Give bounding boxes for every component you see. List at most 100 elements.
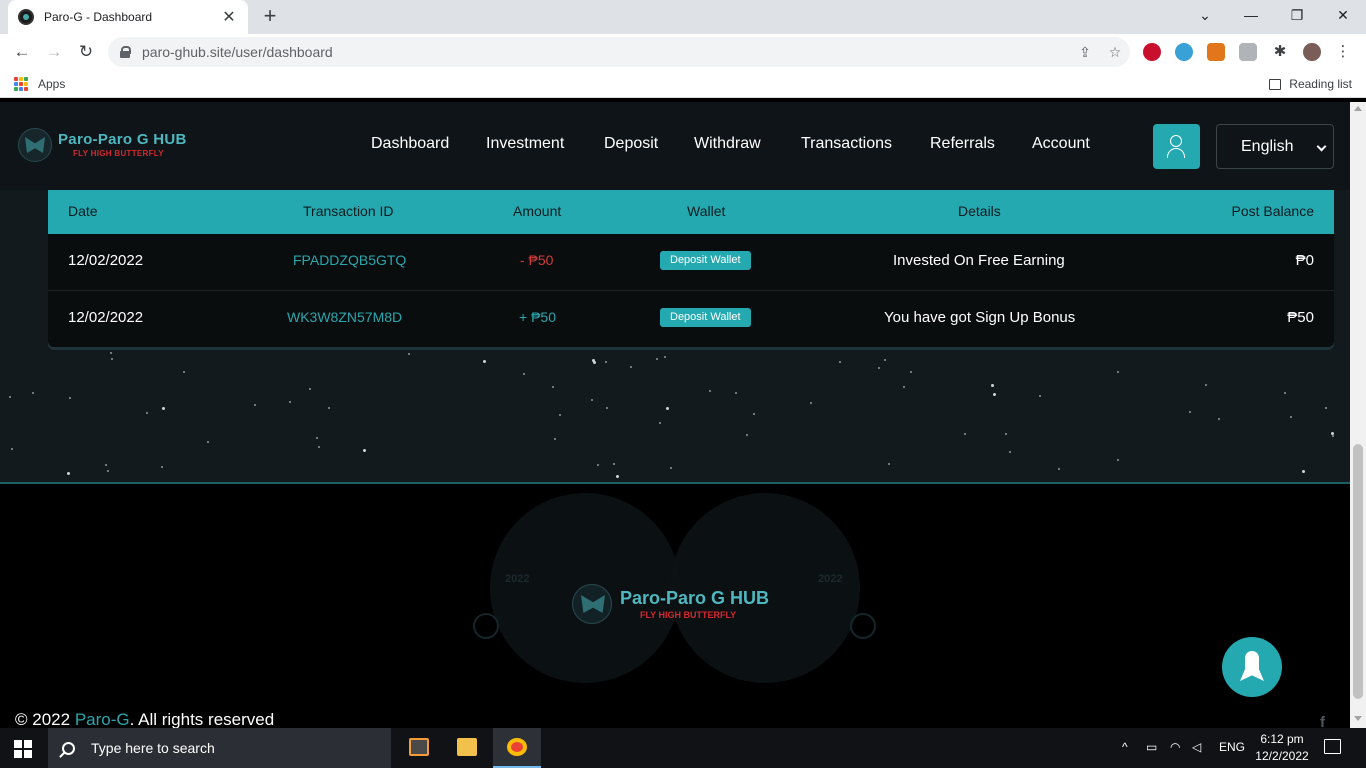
copyright-link[interactable]: Paro-G [75,710,130,728]
metamask-extension-icon[interactable] [1207,43,1225,61]
star-dot [67,472,70,475]
close-icon[interactable]: ✕ [220,7,238,27]
footer-brand-title[interactable]: Paro-Paro G HUB [620,588,769,609]
lock-icon[interactable] [120,46,131,58]
star-dot [884,359,886,361]
input-language[interactable]: ENG [1219,740,1245,754]
nav-deposit[interactable]: Deposit [604,135,658,153]
address-bar[interactable]: paro-ghub.site/user/dashboard ⇪ ☆ [108,37,1130,67]
extension-gray-icon[interactable] [1239,43,1257,61]
user-icon[interactable] [1153,124,1200,169]
copyright-suffix: . All rights reserved [129,710,275,728]
page-scrollbar[interactable] [1350,102,1366,728]
star-dot [666,407,669,410]
facebook-icon[interactable]: f [1320,714,1325,728]
wallet-badge: Deposit Wallet [660,308,751,327]
file-explorer-icon [457,738,477,756]
nav-account[interactable]: Account [1032,135,1090,153]
clock-date: 12/2/2022 [1255,749,1309,763]
notifications-icon[interactable] [1324,739,1341,754]
nav-referrals[interactable]: Referrals [930,135,995,153]
star-dot [207,441,209,443]
window-close-icon[interactable]: ✕ [1320,0,1366,30]
tab-search-chevron-icon[interactable]: ⌄ [1182,0,1228,30]
scroll-thumb[interactable] [1353,444,1363,699]
star-dot [11,448,13,450]
star-dot [69,397,71,399]
nav-transactions[interactable]: Transactions [801,135,892,153]
opera-extension-icon[interactable] [1143,43,1161,61]
browser-toolbar: ← → ↻ paro-ghub.site/user/dashboard ⇪ ☆ … [0,34,1366,70]
cell-date: 12/02/2022 [68,309,144,326]
new-tab-icon[interactable]: + [258,5,282,29]
chrome-app-icon [507,738,527,756]
star-dot [993,393,996,396]
star-dot [1290,416,1292,418]
star-dot [1117,459,1119,461]
reading-list-label: Reading list [1289,77,1352,91]
star-dot [591,399,593,401]
taskbar-app-chrome[interactable] [493,728,541,768]
scroll-down-icon[interactable] [1354,716,1362,721]
url-text[interactable]: paro-ghub.site/user/dashboard [142,44,1070,60]
reading-list-button[interactable]: Reading list [1269,77,1352,91]
minimize-icon[interactable]: — [1228,0,1274,30]
taskbar-app-sublime[interactable] [395,728,443,768]
table-row: 12/02/2022 WK3W8ZN57M8D + ₱50 Deposit Wa… [48,290,1334,346]
scroll-to-top-rocket-icon[interactable] [1222,637,1282,697]
forward-icon[interactable]: → [42,40,66,64]
taskbar-app-explorer[interactable] [443,728,491,768]
taskbar-search[interactable]: Type here to search [48,728,391,768]
footer-brand-tagline: FLY HIGH BUTTERFLY [640,610,737,620]
star-dot [1117,371,1119,373]
taskbar-clock[interactable]: 6:12 pm 12/2/2022 [1254,731,1310,765]
footer-butterfly-logo-icon[interactable] [572,584,612,624]
emblem-year-right: 2022 [818,573,843,585]
cell-details: You have got Sign Up Bonus [884,309,1076,326]
star-dot [964,433,966,435]
star-dot [753,413,755,415]
apps-bookmark[interactable]: Apps [38,77,65,91]
cell-details: Invested On Free Earning [893,252,1065,269]
language-select[interactable]: English [1216,124,1334,169]
reload-icon[interactable]: ↻ [74,40,98,64]
extension-blue-icon[interactable] [1175,43,1193,61]
profile-avatar-icon[interactable] [1303,43,1321,61]
windows-start-icon[interactable] [14,740,32,758]
browser-tab[interactable]: Paro-G - Dashboard ✕ [8,0,248,34]
star-dot [105,464,107,466]
nav-withdraw[interactable]: Withdraw [694,135,761,153]
language-value: English [1241,137,1294,155]
scroll-up-icon[interactable] [1354,106,1362,111]
volume-icon[interactable]: ◁ [1192,740,1201,754]
share-icon[interactable]: ⇪ [1070,44,1100,61]
star-dot [592,359,595,362]
star-dot [903,386,905,388]
star-dot [1039,395,1041,397]
header-post-balance: Post Balance [1231,203,1315,219]
nav-investment[interactable]: Investment [486,135,564,153]
star-dot [839,361,841,363]
tray-chevron-up-icon[interactable]: ^ [1122,740,1128,754]
star-dot [559,414,561,416]
browser-menu-icon[interactable]: ⋮ [1334,43,1352,61]
star-dot [735,392,737,394]
wifi-icon[interactable]: ◠ [1170,740,1180,754]
star-dot [309,388,311,390]
star-dot [328,407,330,409]
star-dot [613,463,615,465]
nav-dashboard[interactable]: Dashboard [371,135,449,153]
restore-icon[interactable]: ❐ [1274,0,1320,30]
battery-icon[interactable]: ▭ [1146,740,1157,754]
butterfly-logo-icon[interactable] [18,128,52,162]
star-icon[interactable]: ☆ [1100,44,1130,61]
extensions-icon[interactable]: ✱ [1271,43,1289,61]
emblem-year-left: 2022 [505,573,530,585]
back-icon[interactable]: ← [10,40,34,64]
cell-amount: - ₱50 [520,252,554,268]
brand-title[interactable]: Paro-Paro G HUB [58,131,187,148]
star-dot [709,390,711,392]
apps-grid-icon[interactable] [14,77,28,91]
star-dot [1205,384,1207,386]
bookmarks-bar: Apps Reading list [0,70,1366,98]
